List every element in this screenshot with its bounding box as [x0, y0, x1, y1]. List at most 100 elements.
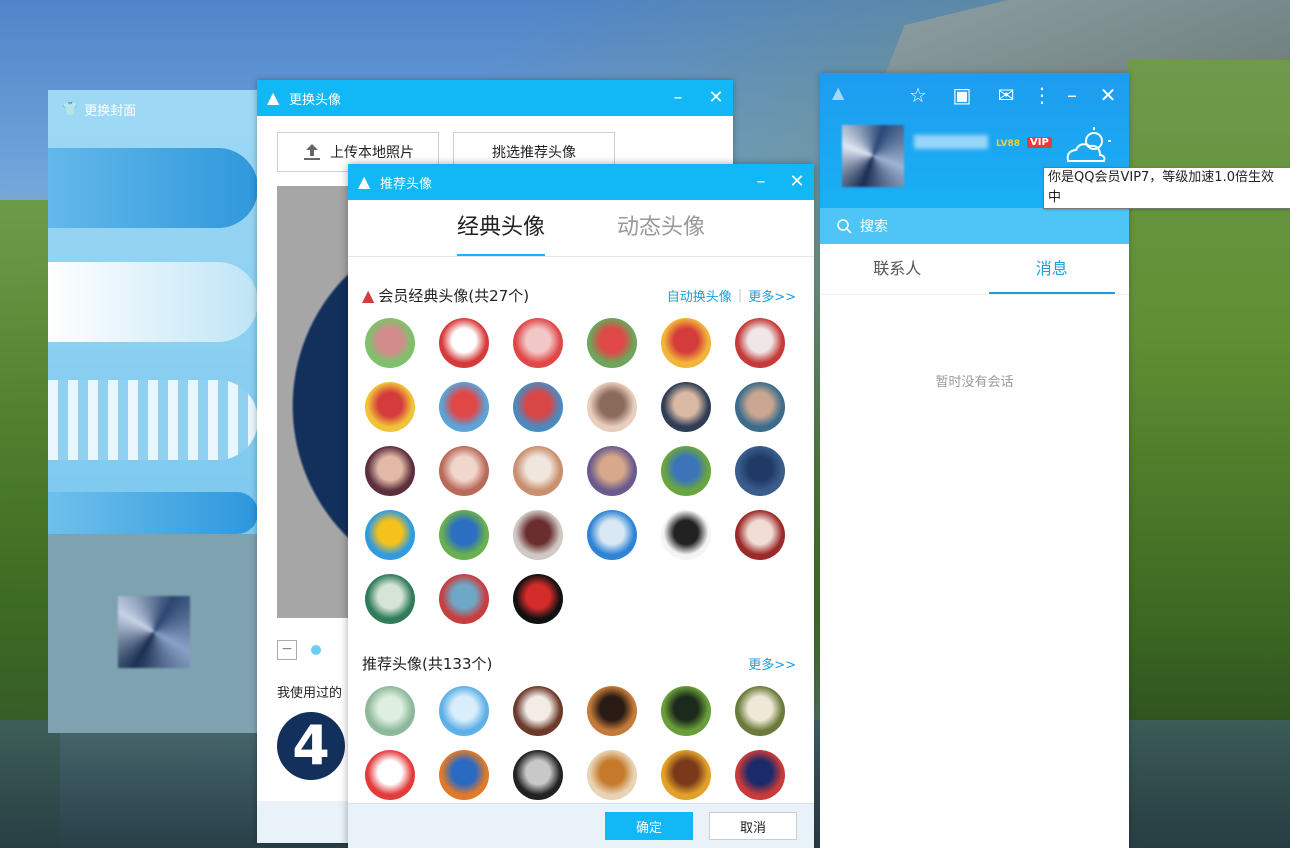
avatar-option[interactable]	[735, 510, 785, 560]
avatar-option[interactable]	[439, 318, 489, 368]
avatar-option[interactable]	[513, 382, 563, 432]
cover-art	[48, 90, 258, 534]
rec-section-title: 推荐头像(共133个)	[362, 654, 493, 673]
tab-classic[interactable]: 经典头像	[456, 200, 546, 256]
avatar-option[interactable]	[439, 750, 489, 800]
avatar-option[interactable]	[735, 750, 785, 800]
auto-change-avatar-link[interactable]: 自动换头像	[667, 286, 732, 305]
section-title: ▲ 会员经典头像(共27个)	[362, 285, 529, 306]
recommended-avatar-dialog: ▲ 推荐头像 – ✕ 经典头像 动态头像 ▲ 会员经典头像(共27个) 自动换头…	[348, 164, 814, 848]
ok-button[interactable]: 确定	[605, 812, 693, 840]
tab-contacts[interactable]: 联系人	[820, 244, 975, 294]
avatar-option[interactable]	[735, 318, 785, 368]
avatar-option[interactable]	[513, 446, 563, 496]
tab-animated[interactable]: 动态头像	[617, 200, 705, 256]
search-bar[interactable]: 搜索	[820, 208, 1129, 244]
minimize-button[interactable]: –	[746, 164, 776, 200]
search-input[interactable]: 搜索	[860, 216, 888, 236]
close-button[interactable]: ✕	[701, 80, 731, 116]
avatar-option[interactable]	[365, 574, 415, 624]
avatar-option[interactable]	[661, 446, 711, 496]
mail-icon[interactable]: ✉	[992, 81, 1020, 109]
avatar-option[interactable]	[365, 318, 415, 368]
avatar-list[interactable]: ▲ 会员经典头像(共27个) 自动换头像 | 更多>> 推荐头像(共133个) …	[348, 278, 814, 826]
avatar-option[interactable]	[661, 318, 711, 368]
penguin-icon: ▲	[358, 172, 371, 191]
minimize-button[interactable]: –	[1058, 81, 1086, 109]
avatar-option[interactable]	[587, 750, 637, 800]
avatar	[118, 596, 190, 668]
vip-section-title: 会员经典头像(共27个)	[378, 286, 530, 305]
avatar-option[interactable]	[365, 446, 415, 496]
penguin-icon: ▲	[267, 88, 280, 107]
avatar-option[interactable]	[661, 382, 711, 432]
penguin-logo-icon: ▲	[832, 83, 845, 102]
avatar-option[interactable]	[439, 382, 489, 432]
vip-badge[interactable]: VIP	[1027, 137, 1052, 148]
avatar-option[interactable]	[661, 750, 711, 800]
avatar-option[interactable]	[661, 686, 711, 736]
weather-icon[interactable]	[1060, 125, 1116, 169]
section-links: 更多>>	[748, 654, 796, 673]
star-icon[interactable]: ☆	[904, 81, 932, 109]
avatar-option[interactable]	[587, 446, 637, 496]
section-title: 推荐头像(共133个)	[362, 653, 492, 674]
nickname	[914, 135, 988, 149]
avatar-option[interactable]	[513, 686, 563, 736]
upload-icon	[304, 144, 320, 160]
avatar-option[interactable]	[365, 382, 415, 432]
avatar-option[interactable]	[735, 686, 785, 736]
vip-more-link[interactable]: 更多>>	[748, 286, 796, 305]
rec-section-header: 推荐头像(共133个) 更多>>	[348, 646, 814, 680]
avatar-option[interactable]	[587, 318, 637, 368]
link-separator: |	[737, 287, 743, 303]
avatar-option[interactable]	[439, 686, 489, 736]
vip-avatar-grid	[348, 312, 814, 624]
avatar-option[interactable]	[735, 446, 785, 496]
avatar-option[interactable]	[735, 382, 785, 432]
window-title: 更换头像	[289, 92, 342, 108]
avatar[interactable]	[842, 125, 904, 187]
change-cover-window: 👕 更换封面	[48, 90, 258, 733]
empty-conversations-text: 暂时没有会话	[935, 375, 1014, 390]
cover-window-title: 👕 更换封面	[62, 100, 136, 119]
used-avatars-label: 我使用过的	[277, 686, 343, 701]
minimize-button[interactable]: –	[663, 80, 693, 116]
cancel-button[interactable]: 取消	[709, 812, 797, 840]
more-icon[interactable]: ⋮	[1028, 81, 1056, 109]
avatar-option[interactable]	[439, 510, 489, 560]
search-icon	[837, 219, 852, 234]
close-button[interactable]: ✕	[782, 164, 812, 200]
avatar-option[interactable]	[439, 446, 489, 496]
avatar-option[interactable]	[587, 510, 637, 560]
avatar-option[interactable]	[587, 382, 637, 432]
rec-more-link[interactable]: 更多>>	[748, 654, 796, 673]
pick-button-label: 挑选推荐头像	[492, 145, 576, 161]
rec-avatar-grid	[348, 680, 814, 800]
avatar-option[interactable]	[513, 750, 563, 800]
titlebar: ▲ 推荐头像 – ✕	[348, 164, 814, 200]
avatar-option[interactable]	[513, 510, 563, 560]
used-avatar-item[interactable]: 4	[277, 712, 345, 780]
tab-messages[interactable]: 消息	[975, 244, 1130, 294]
avatar-option[interactable]	[513, 574, 563, 624]
vip-section-header: ▲ 会员经典头像(共27个) 自动换头像 | 更多>>	[348, 278, 814, 312]
cover-stripe	[48, 262, 258, 342]
close-button[interactable]: ✕	[1094, 81, 1122, 109]
avatar-option[interactable]	[439, 574, 489, 624]
avatar-option[interactable]	[661, 510, 711, 560]
avatar-option[interactable]	[365, 686, 415, 736]
avatar-option[interactable]	[587, 686, 637, 736]
zoom-slider-handle[interactable]	[311, 645, 321, 655]
cover-stripe	[48, 148, 258, 228]
avatar-option[interactable]	[365, 750, 415, 800]
upload-button-label: 上传本地照片	[330, 145, 414, 161]
zoom-out-button[interactable]: −	[277, 640, 297, 660]
shirt-icon[interactable]: ▣	[948, 81, 976, 109]
cover-stripe	[48, 380, 258, 460]
avatar-option[interactable]	[513, 318, 563, 368]
cover-title-text: 更换封面	[84, 104, 137, 119]
avatar-option[interactable]	[365, 510, 415, 560]
level-badge[interactable]: LV88	[996, 139, 1020, 149]
shirt-icon: 👕	[62, 102, 79, 117]
